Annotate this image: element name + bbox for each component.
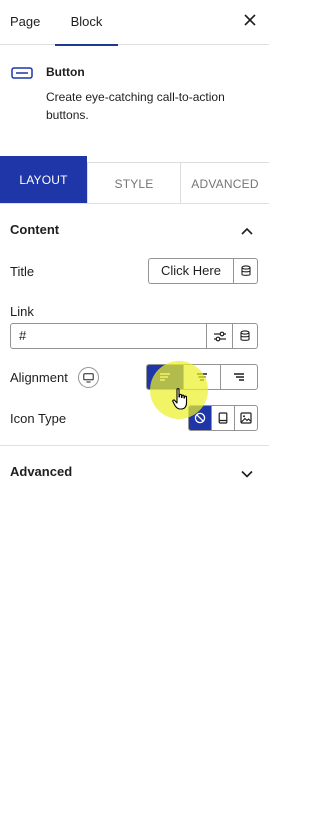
title-input[interactable]: Click Here xyxy=(148,258,233,284)
advanced-panel-title[interactable]: Advanced xyxy=(10,464,72,479)
tab-layout[interactable]: LAYOUT xyxy=(0,156,87,204)
link-input[interactable]: # xyxy=(10,323,207,349)
icon-type-control xyxy=(188,405,258,431)
align-left-button[interactable] xyxy=(147,365,183,389)
block-name: Button xyxy=(46,65,85,79)
tab-style[interactable]: STYLE xyxy=(87,162,181,204)
desktop-device-icon[interactable] xyxy=(78,367,99,388)
alignment-control xyxy=(146,364,258,390)
align-left-icon xyxy=(160,373,170,381)
align-center-icon xyxy=(197,373,207,381)
icon-type-image-button[interactable] xyxy=(234,406,257,430)
section-tabs: LAYOUT STYLE ADVANCED xyxy=(0,156,269,204)
icon-type-label: Icon Type xyxy=(10,411,67,426)
tab-advanced[interactable]: ADVANCED xyxy=(180,162,269,204)
icon-type-none-button[interactable] xyxy=(189,406,211,430)
icon-type-icon-button[interactable] xyxy=(211,406,234,430)
chevron-down-icon[interactable] xyxy=(241,465,253,483)
divider xyxy=(0,445,269,446)
content-panel-title[interactable]: Content xyxy=(10,222,59,237)
tab-page[interactable]: Page xyxy=(10,0,40,45)
database-icon xyxy=(240,265,251,276)
ban-icon xyxy=(194,412,206,424)
title-label: Title xyxy=(10,264,35,279)
tab-block[interactable]: Block xyxy=(55,0,118,46)
link-dynamic-data-button[interactable] xyxy=(233,323,258,349)
link-label: Link xyxy=(10,304,34,319)
active-tab-indicator xyxy=(55,44,118,46)
dynamic-data-button[interactable] xyxy=(233,258,258,284)
database-icon xyxy=(240,330,250,341)
alignment-label: Alignment xyxy=(10,370,68,385)
align-right-button[interactable] xyxy=(220,365,257,389)
align-right-icon xyxy=(234,373,244,381)
link-settings-button[interactable] xyxy=(207,323,233,349)
image-icon xyxy=(240,412,252,424)
chevron-up-icon[interactable] xyxy=(241,222,253,240)
button-icon xyxy=(11,66,33,84)
block-description: Create eye-catching call-to-action butto… xyxy=(46,90,225,122)
sidebar-header: Page Block xyxy=(0,0,269,46)
sliders-icon xyxy=(213,331,226,342)
divider xyxy=(0,203,269,204)
book-icon xyxy=(218,412,228,424)
close-icon[interactable] xyxy=(243,13,257,27)
tab-block-label: Block xyxy=(70,14,103,29)
align-center-button[interactable] xyxy=(183,365,220,389)
